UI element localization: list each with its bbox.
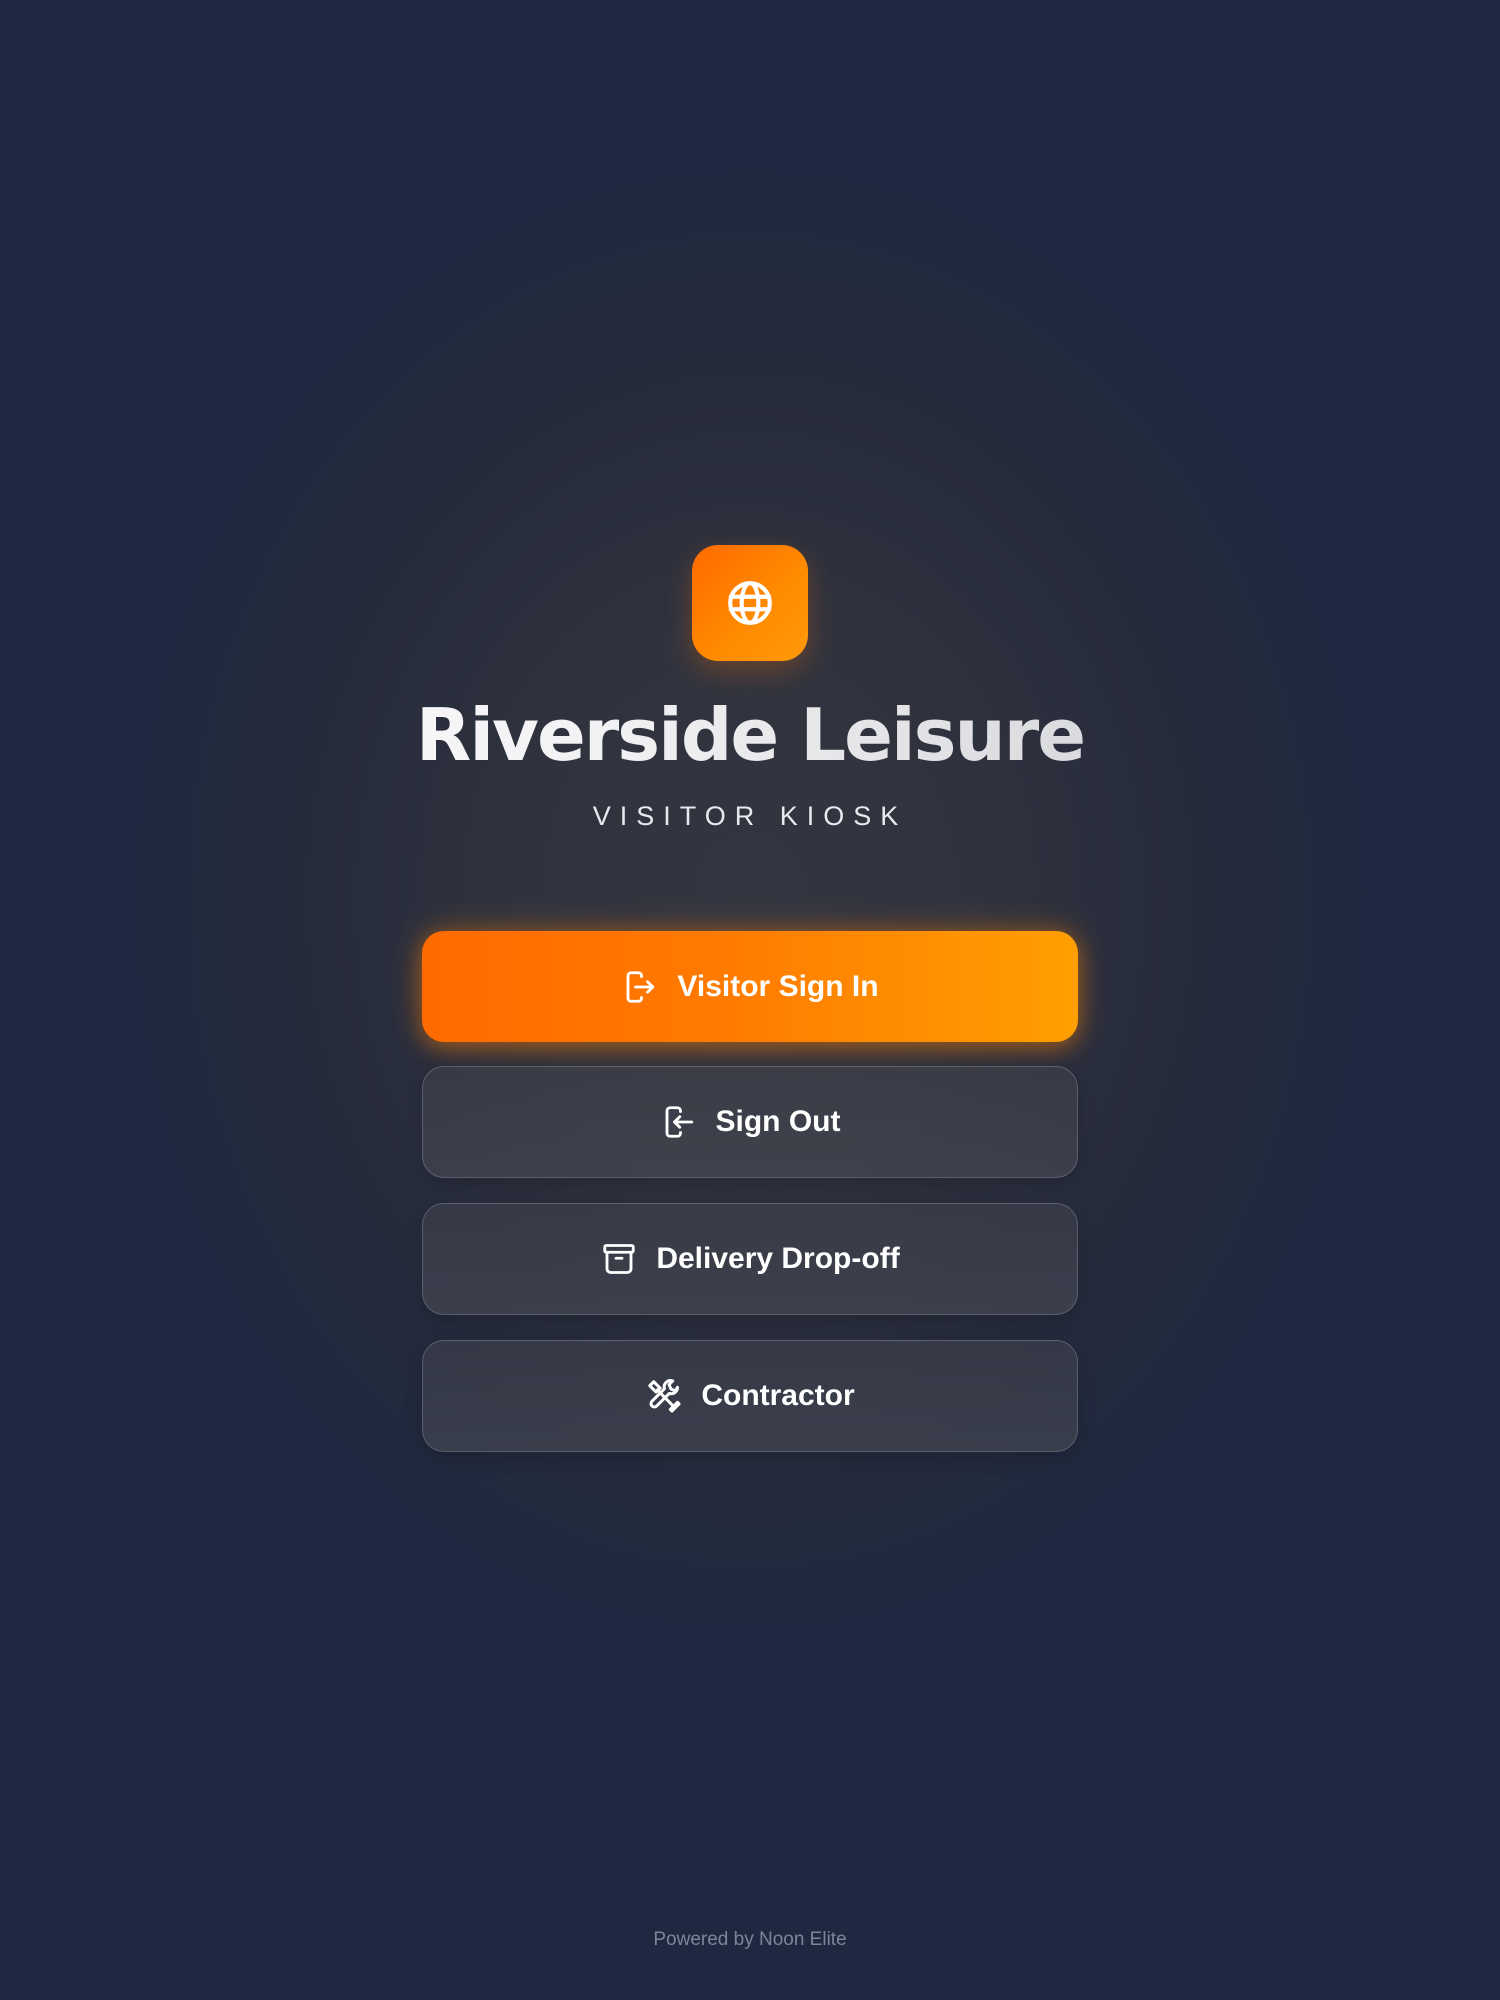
footer-powered-by: Powered by Noon Elite (653, 1929, 847, 1950)
contractor-label: Contractor (701, 1379, 855, 1412)
page-title: Riverside Leisure (0, 690, 1500, 780)
action-list: Visitor Sign In Sign Out Delivery Drop-o… (422, 931, 1078, 1452)
globe-icon (728, 581, 772, 625)
sign-out-icon (660, 1103, 698, 1141)
contractor-button[interactable]: Contractor (422, 1340, 1078, 1452)
page-subtitle: VISITOR KIOSK (592, 801, 908, 831)
tools-icon (645, 1377, 683, 1415)
sign-in-icon (621, 968, 659, 1006)
archive-box-icon (600, 1240, 638, 1278)
visitor-sign-in-button[interactable]: Visitor Sign In (422, 931, 1078, 1042)
sign-out-button[interactable]: Sign Out (422, 1066, 1078, 1178)
visitor-sign-in-label: Visitor Sign In (677, 969, 879, 1003)
brand-logo (692, 545, 808, 661)
delivery-drop-off-button[interactable]: Delivery Drop-off (422, 1203, 1078, 1315)
delivery-drop-off-label: Delivery Drop-off (656, 1242, 900, 1275)
sign-out-label: Sign Out (715, 1105, 841, 1138)
